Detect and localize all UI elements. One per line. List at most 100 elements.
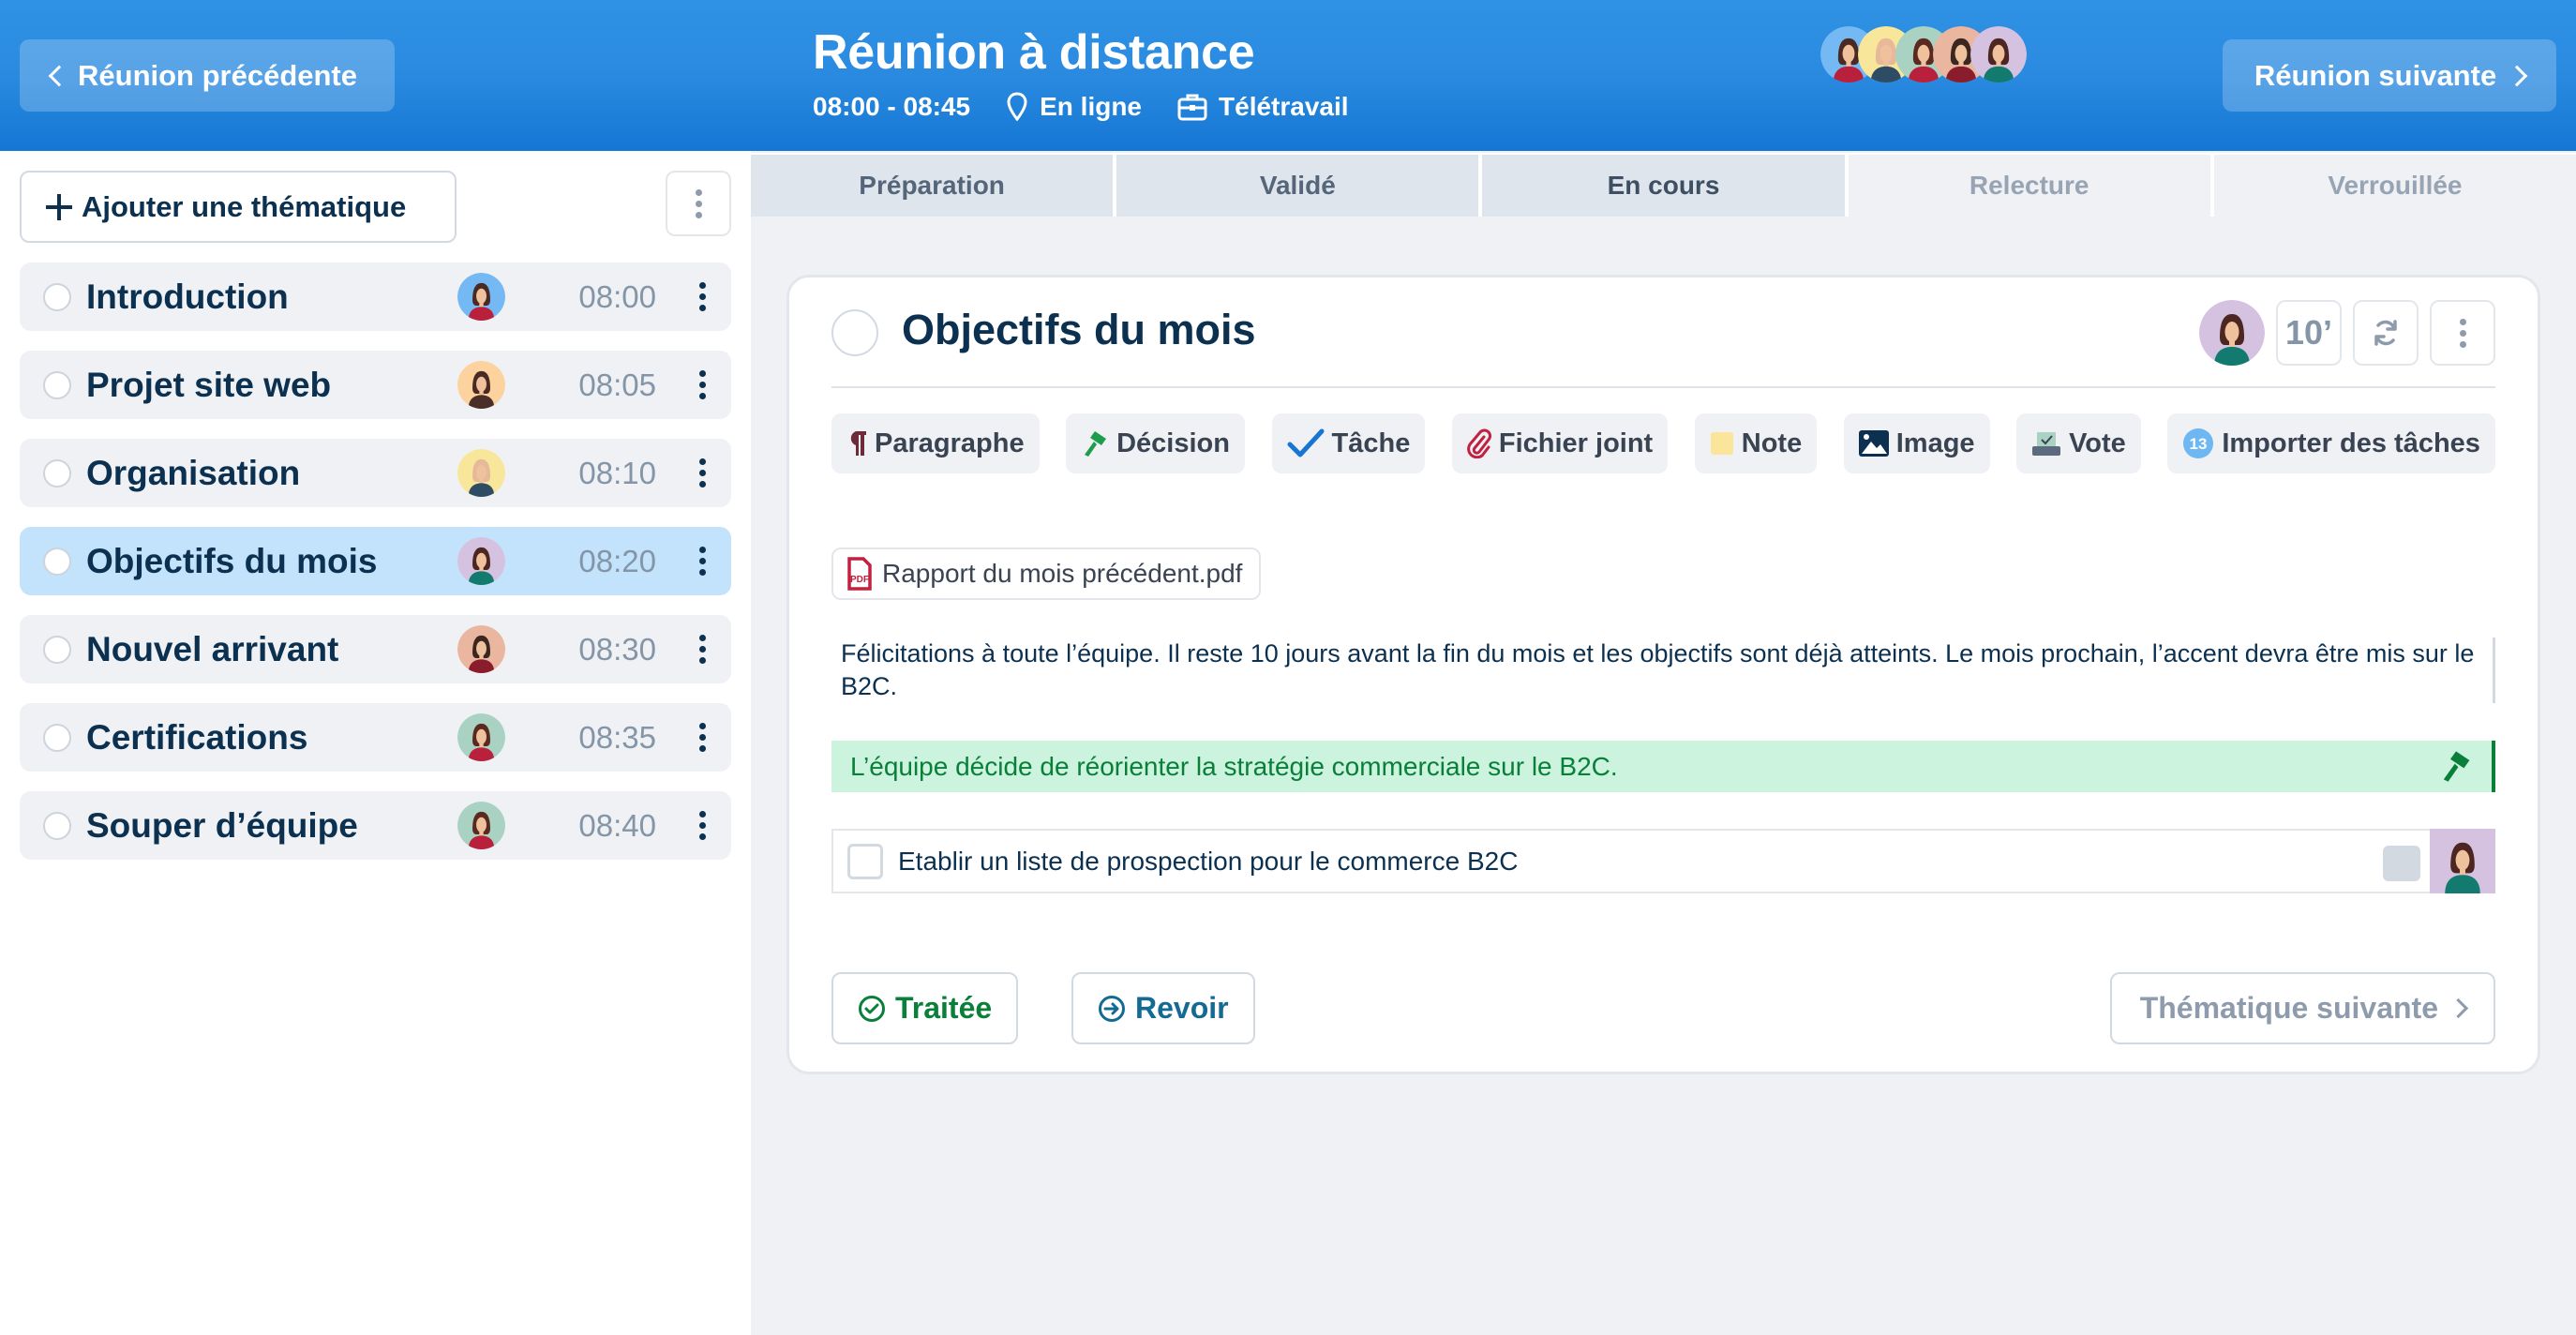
attachment-chip[interactable]: PDF Rapport du mois précédent.pdf [831,548,1262,600]
add-decision-label: Décision [1116,428,1230,458]
topic-owner-avatar [457,625,505,673]
topic-time: 08:10 [578,455,656,490]
import-count-badge: 13 [2183,428,2214,458]
topic-owner-avatar [457,273,505,321]
add-note-label: Note [1741,428,1803,458]
more-vertical-icon[interactable] [699,547,706,576]
topic-time: 08:05 [578,367,656,402]
add-topic-button[interactable]: Ajouter une thématique [20,171,457,243]
add-task-label: Tâche [1331,428,1411,458]
task-due-date-button[interactable] [2383,846,2420,881]
import-tasks-button[interactable]: 13 Importer des tâches [2167,413,2495,473]
previous-meeting-label: Réunion précédente [78,58,357,92]
topics-sidebar: Ajouter une thématique Introduction 08:00… [0,151,751,1335]
more-vertical-icon[interactable] [699,811,706,840]
review-label: Revoir [1135,991,1229,1025]
next-topic-label: Thématique suivante [2139,991,2438,1025]
topic-card: Objectifs du mois 10’ Paragraphe Décisio… [786,275,2540,1074]
add-note-button[interactable]: Note [1694,413,1818,473]
participant-avatar[interactable] [1970,26,2027,82]
topic-owner-avatar[interactable] [2199,300,2265,366]
topic-status-radio[interactable] [43,458,71,488]
topic-list: Introduction 08:00 Projet site web 08:05 Org… [20,262,731,879]
topic-list-item[interactable]: Objectifs du mois 08:20 [20,527,731,595]
topic-list-item[interactable]: Certifications 08:35 [20,703,731,772]
meeting-title: Réunion à distance [813,25,1255,80]
task-assignee-avatar[interactable] [2430,829,2495,893]
attachment-name: Rapport du mois précédent.pdf [882,559,1243,588]
more-vertical-icon[interactable] [699,458,706,488]
sidebar-more-button[interactable] [666,171,731,236]
topic-status-radio[interactable] [43,370,71,399]
topic-status-radio[interactable] [43,282,71,311]
paragraph-icon [850,431,866,456]
next-meeting-label: Réunion suivante [2254,58,2497,92]
refresh-button[interactable] [2353,300,2419,366]
add-attachment-button[interactable]: Fichier joint [1451,413,1669,473]
participants-avatars[interactable] [1820,26,2027,82]
next-topic-button[interactable]: Thématique suivante [2109,972,2495,1044]
topic-status-radio[interactable] [43,723,71,752]
chevron-right-icon [2506,65,2528,86]
paragraph-marker [2493,638,2495,703]
more-vertical-icon[interactable] [699,370,706,399]
checkmark-icon [1287,428,1325,458]
topic-name: Objectifs du mois [86,541,378,580]
status-tabs: Préparation Validé En cours Relecture Verrou… [751,153,2576,217]
topic-owner-avatar [457,449,505,497]
chevron-right-icon [2448,998,2469,1019]
status-tab[interactable]: Validé [1116,155,1479,217]
topic-duration[interactable]: 10’ [2276,300,2342,366]
topic-duration-value: 10’ [2284,313,2333,352]
topic-list-item[interactable]: Organisation 08:10 [20,439,731,507]
mark-done-button[interactable]: Traitée [831,972,1019,1044]
meeting-time-range: 08:00 - 08:45 [813,92,971,121]
topic-status-radio[interactable] [43,547,71,576]
add-decision-button[interactable]: Décision [1066,413,1245,473]
meeting-location: En ligne [1040,92,1143,121]
decision-block[interactable]: L’équipe décide de réorienter la stratég… [831,741,2495,792]
topic-list-item[interactable]: Introduction 08:00 [20,262,731,331]
add-paragraph-button[interactable]: Paragraphe [831,413,1040,473]
status-tab[interactable]: Verrouillée [2213,155,2576,217]
add-task-button[interactable]: Tâche [1271,413,1426,473]
review-button[interactable]: Revoir [1071,972,1255,1044]
add-vote-button[interactable]: Vote [2016,413,2141,473]
content-toolbar: Paragraphe Décision Tâche Fichier joint … [831,413,2495,473]
task-text[interactable]: Etablir un liste de prospection pour le … [898,847,1518,877]
topic-time: 08:30 [578,631,656,667]
check-circle-icon [859,995,885,1022]
svg-text:13: 13 [2190,435,2208,453]
next-meeting-button[interactable]: Réunion suivante [2223,39,2556,112]
topic-list-item[interactable]: Nouvel arrivant 08:30 [20,615,731,683]
meeting-header: Réunion précédente Réunion à distance 08… [0,0,2576,151]
mark-done-label: Traitée [895,991,993,1025]
ballot-box-icon [2032,432,2061,456]
location-pin-icon [1007,92,1027,122]
sticky-note-icon [1710,432,1733,455]
status-tab[interactable]: Relecture [1848,155,2210,217]
topic-owner-avatar [457,537,505,585]
topic-status-radio[interactable] [43,811,71,840]
topic-time: 08:20 [578,543,656,578]
task-checkbox[interactable] [847,843,883,879]
gavel-icon [1085,431,1107,457]
status-tab[interactable]: Préparation [751,155,1114,217]
topic-name: Introduction [86,277,289,316]
topic-more-button[interactable] [2430,300,2495,366]
previous-meeting-button[interactable]: Réunion précédente [20,39,395,112]
more-vertical-icon[interactable] [699,635,706,664]
paragraph-block[interactable]: Félicitations à toute l’équipe. Il reste… [841,638,2500,703]
status-tab[interactable]: En cours [1482,155,1845,217]
meeting-meta: 08:00 - 08:45 En ligne Télétravail [813,92,1349,122]
add-image-button[interactable]: Image [1843,413,1990,473]
add-paragraph-label: Paragraphe [875,428,1025,458]
topic-list-item[interactable]: Souper d’équipe 08:40 [20,791,731,860]
topic-complete-radio[interactable] [831,309,878,356]
topic-status-radio[interactable] [43,635,71,664]
topic-name: Souper d’équipe [86,805,358,845]
topic-list-item[interactable]: Projet site web 08:05 [20,351,731,419]
chevron-left-icon [48,65,70,86]
more-vertical-icon[interactable] [699,282,706,311]
more-vertical-icon[interactable] [699,723,706,752]
